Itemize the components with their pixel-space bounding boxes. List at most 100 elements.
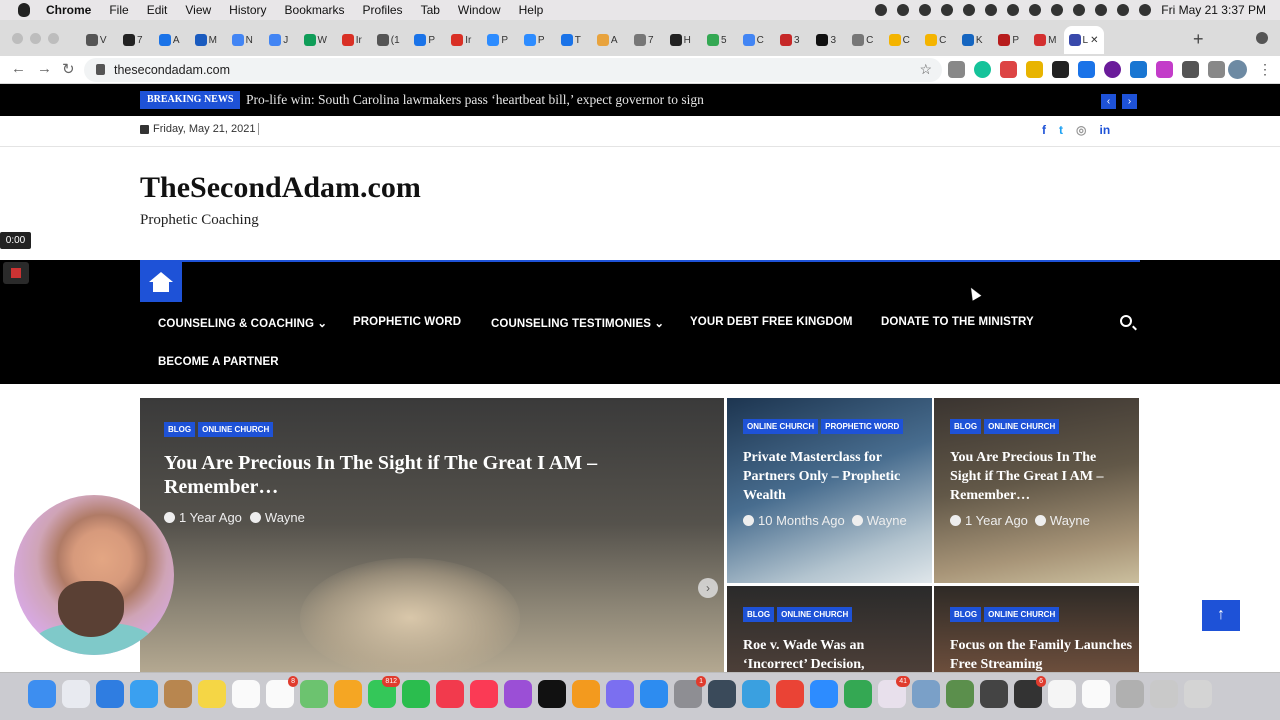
profile-avatar[interactable] [1228,60,1247,79]
address-bar[interactable]: thesecondadam.com ☆ [84,58,942,82]
post-author[interactable]: Wayne [1050,513,1090,528]
nav-debt-free-kingdom[interactable]: YOUR DEBT FREE KINGDOM [690,316,853,328]
menu-help[interactable]: Help [519,3,544,17]
notes-icon[interactable] [198,680,226,708]
nav-donate[interactable]: DONATE TO THE MINISTRY [881,316,1034,328]
facebook-icon[interactable]: f [1042,123,1046,137]
downloads-icon[interactable] [1116,680,1144,708]
preview-icon[interactable] [912,680,940,708]
browser-tab[interactable]: W [297,26,334,54]
post-author[interactable]: Wayne [265,510,305,525]
tag-prophetic-word[interactable]: PROPHETIC WORD [821,419,904,434]
url-text[interactable]: thesecondadam.com [114,63,230,77]
document-icon[interactable] [1082,680,1110,708]
prev-news-button[interactable]: ‹ [1101,94,1116,109]
tag-blog[interactable]: BLOG [164,422,196,437]
zoom-window-button[interactable] [48,33,59,44]
browser-tab[interactable]: M [188,26,225,54]
control-center-icon[interactable] [1117,4,1130,16]
info-status-icon[interactable] [1007,4,1020,16]
browser-tab[interactable]: Ir [443,26,480,54]
breaking-news-headline[interactable]: Pro-life win: South Carolina lawmakers p… [246,92,704,108]
chrome-icon[interactable] [776,680,804,708]
extension-icon[interactable] [1156,61,1173,78]
extension-icon[interactable] [1026,61,1043,78]
menu-tab[interactable]: Tab [421,3,440,17]
zoom-status-icon[interactable] [875,4,888,16]
browser-tab[interactable]: V [78,26,115,54]
frog-icon[interactable] [742,680,770,708]
card-title[interactable]: Roe v. Wade Was an ‘Incorrect’ Decision, [743,636,928,672]
card-title[interactable]: You Are Precious In The Sight if The Gre… [950,448,1130,505]
tag-blog[interactable]: BLOG [950,607,982,622]
extension-icon[interactable] [1000,61,1017,78]
extension-icon[interactable] [1052,61,1069,78]
wifi-icon[interactable] [1051,4,1064,16]
browser-tab[interactable]: Ir [334,26,371,54]
textedit-icon[interactable] [1048,680,1076,708]
tag-online-church[interactable]: ONLINE CHURCH [777,607,853,622]
user-status-icon[interactable] [1073,4,1086,16]
featured-slider[interactable]: BLOG ONLINE CHURCH You Are Precious In T… [140,398,724,672]
extension-icon[interactable] [948,61,965,78]
tag-blog[interactable]: BLOG [743,607,775,622]
extension-icon[interactable] [1078,61,1095,78]
numbers-icon[interactable] [844,680,872,708]
browser-tab[interactable]: C [735,26,772,54]
nav-prophetic-word[interactable]: PROPHETIC WORD [353,316,461,328]
menu-view[interactable]: View [185,3,211,17]
appstore-icon[interactable] [640,680,668,708]
bluetooth-icon[interactable] [1029,4,1042,16]
tag-blog[interactable]: BLOG [950,419,982,434]
browser-tab[interactable]: T [553,26,590,54]
reading-list-icon[interactable] [1208,61,1225,78]
puzzle-icon[interactable] [1182,61,1199,78]
tab-search-button[interactable] [1256,32,1268,44]
back-button[interactable]: ← [11,60,26,77]
forward-button[interactable]: → [37,60,52,77]
nav-become-partner[interactable]: BECOME A PARTNER [158,356,279,368]
browser-tab[interactable]: N [224,26,261,54]
browser-tab[interactable]: L ✕ [1063,26,1104,54]
chrome-menu-icon[interactable]: ⋮ [1258,61,1272,78]
browser-tab[interactable]: C [881,26,918,54]
spark-icon[interactable] [606,680,634,708]
home-button[interactable] [140,262,182,302]
new-tab-button[interactable]: + [1193,29,1204,50]
folder-icon[interactable] [1150,680,1178,708]
siri-icon[interactable] [1139,4,1152,16]
contacts-icon[interactable] [164,680,192,708]
menu-bookmarks[interactable]: Bookmarks [285,3,345,17]
maps-icon[interactable] [300,680,328,708]
minimize-window-button[interactable] [30,33,41,44]
messages-icon[interactable]: 812 [368,676,400,708]
settings-icon[interactable]: 1 [674,676,706,708]
lock-icon[interactable] [96,64,105,75]
tv-icon[interactable] [538,680,566,708]
trash-icon[interactable] [1184,680,1212,708]
nav-counseling-coaching[interactable]: COUNSELING & COACHING ⌄ [158,316,327,330]
books-icon[interactable] [572,680,600,708]
tag-online-church[interactable]: ONLINE CHURCH [984,419,1060,434]
post-card[interactable]: BLOG ONLINE CHURCH You Are Precious In T… [934,398,1139,583]
post-card[interactable]: BLOG ONLINE CHURCH Roe v. Wade Was an ‘I… [727,586,932,672]
camera-status-icon[interactable] [919,4,932,16]
close-tab-icon[interactable]: ✕ [1090,35,1098,46]
podcasts-icon[interactable] [504,680,532,708]
post-card[interactable]: ONLINE CHURCH PROPHETIC WORD Private Mas… [727,398,932,583]
extension-icon[interactable] [1104,61,1121,78]
spotlight-icon[interactable] [1095,4,1108,16]
twitter-icon[interactable]: t [1059,123,1063,137]
safari-icon[interactable] [130,680,158,708]
extension-icon[interactable] [1130,61,1147,78]
browser-tab[interactable]: 3 [772,26,809,54]
browser-tab[interactable]: 7 [115,26,152,54]
browser-tab[interactable]: 5 [699,26,736,54]
menu-app-chrome[interactable]: Chrome [46,3,91,17]
grammarly-icon[interactable] [974,61,991,78]
menu-profiles[interactable]: Profiles [363,3,403,17]
browser-tab[interactable]: H [662,26,699,54]
browser-tab[interactable]: P [480,26,517,54]
browser-tab[interactable]: K [954,26,991,54]
keynote-icon[interactable] [946,680,974,708]
